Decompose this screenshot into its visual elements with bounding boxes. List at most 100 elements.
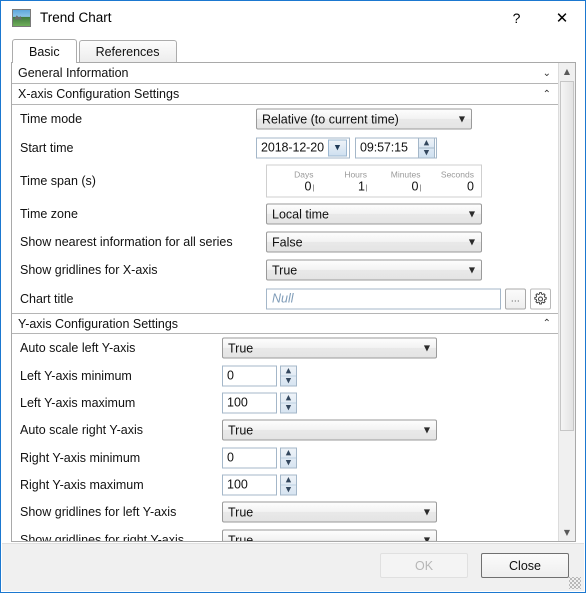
trend-chart-dialog: Trend Chart ? ✕ Basic References General… (0, 0, 586, 593)
auto-scale-right-yaxis-combobox[interactable]: True ▼ (222, 419, 437, 441)
show-nearest-information-label: Show nearest information for all series (20, 235, 233, 249)
start-time-stepper[interactable]: ▲ ▼ (418, 137, 435, 158)
help-button[interactable]: ? (494, 1, 539, 34)
time-span-minutes[interactable]: Minutes 0 (374, 166, 428, 197)
stepper-up-icon[interactable]: ▲ (418, 137, 435, 147)
tab-bar: Basic References (12, 39, 179, 64)
window-controls: ? ✕ (494, 1, 585, 34)
start-time-label: Start time (20, 140, 74, 155)
time-zone-value: Local time (272, 207, 329, 221)
chart-title-settings-button[interactable] (530, 288, 551, 309)
chevron-up-icon: ⌃ (542, 88, 551, 100)
time-span-hours[interactable]: Hours 1 (321, 166, 375, 197)
ellipsis-icon: ... (510, 293, 520, 304)
row-right-yaxis-maximum: Right Y-axis maximum 100 ▲ ▼ (12, 471, 558, 498)
stepper-down-icon[interactable]: ▼ (281, 458, 296, 467)
start-date-value: 2018-12-20 (261, 140, 324, 155)
right-yaxis-minimum-input[interactable]: 0 (222, 447, 277, 468)
right-yaxis-minimum-stepper[interactable]: ▲ ▼ (280, 447, 297, 468)
chart-title-browse-button[interactable]: ... (505, 288, 526, 309)
auto-scale-left-yaxis-label: Auto scale left Y-axis (20, 341, 136, 355)
row-gridlines-left-yaxis: Show gridlines for left Y-axis True ▼ (12, 498, 558, 526)
chevron-down-icon: ▼ (423, 535, 431, 542)
auto-scale-left-yaxis-value: True (228, 341, 254, 355)
chevron-down-icon: ▼ (468, 237, 476, 247)
ok-button[interactable]: OK (380, 553, 468, 578)
stepper-up-icon[interactable]: ▲ (281, 366, 296, 376)
gridlines-left-yaxis-label: Show gridlines for left Y-axis (20, 505, 177, 519)
row-time-span: Time span (s) Days 0 Hours 1 Minutes 0 S… (12, 162, 558, 200)
section-xaxis-configuration[interactable]: X-axis Configuration Settings ⌃ (12, 84, 558, 105)
gridlines-right-yaxis-combobox[interactable]: True ▼ (222, 529, 437, 542)
gridlines-right-yaxis-value: True (228, 533, 254, 541)
scroll-up-icon[interactable]: ▲ (559, 63, 575, 80)
stepper-up-icon[interactable]: ▲ (281, 448, 296, 458)
window-title: Trend Chart (40, 10, 112, 25)
settings-panel: General Information ⌄ X-axis Configurati… (11, 62, 576, 542)
close-icon[interactable]: ✕ (539, 1, 585, 34)
chevron-down-icon: ▼ (468, 265, 476, 275)
resize-grip[interactable] (569, 577, 581, 589)
row-auto-scale-right-yaxis: Auto scale right Y-axis True ▼ (12, 416, 558, 444)
row-left-yaxis-maximum: Left Y-axis maximum 100 ▲ ▼ (12, 389, 558, 416)
row-right-yaxis-minimum: Right Y-axis minimum 0 ▲ ▼ (12, 444, 558, 471)
left-yaxis-minimum-input[interactable]: 0 (222, 365, 277, 386)
row-chart-title: Chart title Null ... (12, 284, 558, 313)
row-gridlines-xaxis: Show gridlines for X-axis True ▼ (12, 256, 558, 284)
stepper-down-icon[interactable]: ▼ (281, 485, 296, 494)
show-nearest-information-combobox[interactable]: False ▼ (266, 231, 482, 253)
time-span-field[interactable]: Days 0 Hours 1 Minutes 0 Seconds 0 (266, 164, 482, 198)
stepper-down-icon[interactable]: ▼ (281, 403, 296, 412)
right-yaxis-minimum-field: 0 ▲ ▼ (222, 447, 297, 468)
time-mode-label: Time mode (20, 112, 83, 126)
time-mode-value: Relative (to current time) (262, 112, 399, 126)
start-time-spinner[interactable]: 09:57:15 ▲ ▼ (355, 137, 437, 158)
time-span-label: Time span (s) (20, 174, 96, 188)
time-mode-combobox[interactable]: Relative (to current time) ▼ (256, 108, 472, 130)
time-zone-combobox[interactable]: Local time ▼ (266, 203, 482, 225)
vertical-scrollbar[interactable]: ▲ ▼ (558, 63, 575, 541)
time-span-seconds[interactable]: Seconds 0 (428, 166, 482, 197)
row-gridlines-right-yaxis: Show gridlines for right Y-axis True ▼ (12, 526, 558, 541)
left-yaxis-minimum-stepper[interactable]: ▲ ▼ (280, 365, 297, 386)
section-general-information[interactable]: General Information ⌄ (12, 63, 558, 84)
stepper-up-icon[interactable]: ▲ (281, 393, 296, 403)
right-yaxis-maximum-stepper[interactable]: ▲ ▼ (280, 474, 297, 495)
stepper-down-icon[interactable]: ▼ (281, 376, 296, 385)
auto-scale-right-yaxis-value: True (228, 423, 254, 437)
left-yaxis-maximum-stepper[interactable]: ▲ ▼ (280, 392, 297, 413)
time-span-days-value: 0 (304, 179, 314, 193)
calendar-dropdown-icon[interactable]: ▼ (327, 139, 347, 156)
auto-scale-right-yaxis-label: Auto scale right Y-axis (20, 423, 143, 437)
row-left-yaxis-minimum: Left Y-axis minimum 0 ▲ ▼ (12, 362, 558, 389)
section-yaxis-configuration[interactable]: Y-axis Configuration Settings ⌃ (12, 313, 558, 334)
auto-scale-left-yaxis-combobox[interactable]: True ▼ (222, 337, 437, 359)
start-time-value: 09:57:15 (360, 140, 408, 155)
chevron-down-icon: ▼ (423, 507, 431, 517)
stepper-down-icon[interactable]: ▼ (418, 147, 435, 158)
chevron-down-icon: ▼ (468, 209, 476, 219)
left-yaxis-maximum-input[interactable]: 100 (222, 392, 277, 413)
time-span-days[interactable]: Days 0 (267, 166, 321, 197)
section-xaxis-configuration-label: X-axis Configuration Settings (18, 87, 180, 101)
tab-references[interactable]: References (78, 40, 177, 63)
scrollbar-thumb[interactable] (560, 81, 574, 431)
chart-title-input[interactable]: Null (266, 288, 501, 309)
settings-scroll-area: General Information ⌄ X-axis Configurati… (12, 63, 558, 541)
section-general-information-label: General Information (18, 66, 129, 80)
gridlines-left-yaxis-combobox[interactable]: True ▼ (222, 501, 437, 523)
stepper-up-icon[interactable]: ▲ (281, 475, 296, 485)
scroll-down-icon[interactable]: ▼ (559, 524, 575, 541)
chart-title-label: Chart title (20, 291, 74, 306)
tab-basic[interactable]: Basic (12, 39, 77, 64)
close-button[interactable]: Close (481, 553, 569, 578)
gridlines-xaxis-combobox[interactable]: True ▼ (266, 259, 482, 281)
section-yaxis-configuration-label: Y-axis Configuration Settings (18, 316, 179, 331)
time-zone-label: Time zone (20, 207, 78, 221)
title-bar: Trend Chart ? ✕ (1, 1, 585, 34)
row-time-mode: Time mode Relative (to current time) ▼ (12, 105, 558, 133)
right-yaxis-maximum-input[interactable]: 100 (222, 474, 277, 495)
time-span-minutes-value: 0 (411, 179, 421, 193)
start-date-picker[interactable]: 2018-12-20 ▼ (256, 137, 350, 158)
chevron-down-icon: ▼ (423, 343, 431, 353)
